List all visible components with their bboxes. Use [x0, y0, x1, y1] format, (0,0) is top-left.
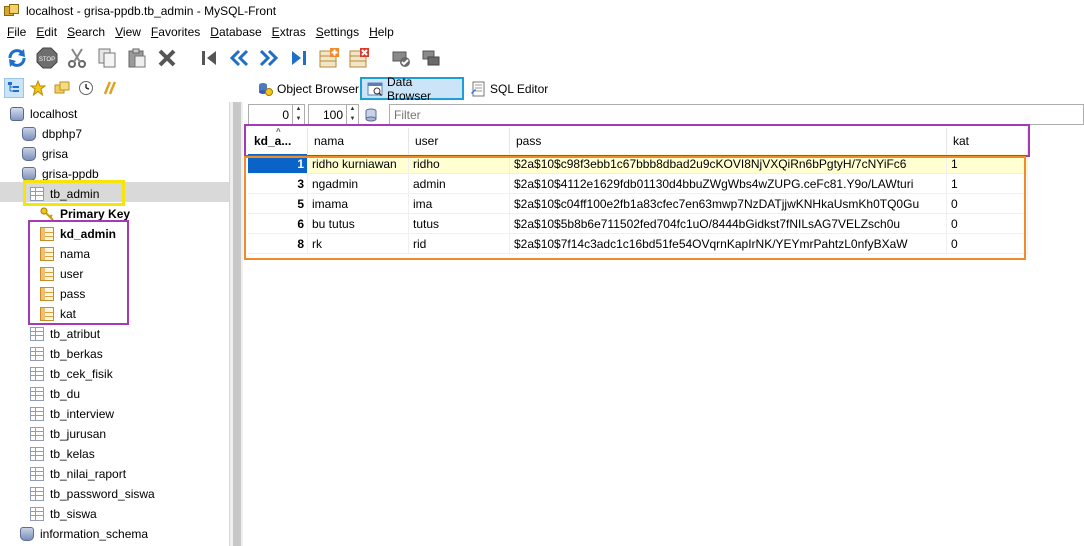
- tree-item-localhost[interactable]: localhost: [10, 104, 77, 124]
- database-tree: localhost dbphp7 grisa grisa-ppdb tb_adm…: [0, 102, 229, 546]
- copy-icon[interactable]: [94, 45, 120, 71]
- table-icon: [30, 347, 44, 361]
- key-icon: [40, 207, 54, 221]
- menu-file[interactable]: File: [2, 25, 31, 39]
- favorites-star-icon[interactable]: [28, 78, 48, 98]
- cut-icon[interactable]: [64, 45, 90, 71]
- last-record-icon[interactable]: [286, 45, 312, 71]
- limit-stepper[interactable]: 100 ▲ ▼: [308, 104, 359, 125]
- main-toolbar: STOP: [0, 42, 1084, 74]
- annotation-box-records: [244, 156, 1026, 260]
- history-clock-icon[interactable]: [76, 78, 96, 98]
- tree-item-table[interactable]: tb_cek_fisik: [30, 364, 113, 384]
- tree-item-table[interactable]: tb_password_siswa: [30, 484, 155, 504]
- table-icon: [30, 327, 44, 341]
- chevron-down-icon[interactable]: ▼: [293, 115, 304, 125]
- table-icon: [30, 447, 44, 461]
- data-grid: ^ kd_a... nama user pass kat 1 ridho kur…: [244, 124, 1084, 546]
- tab-data-browser[interactable]: Data Browser: [360, 75, 464, 103]
- previous-page-icon[interactable]: [226, 45, 252, 71]
- table-icon: [30, 507, 44, 521]
- mysql-front-app-icon: [4, 4, 20, 18]
- navigator-icon[interactable]: [4, 78, 24, 98]
- delete-icon[interactable]: [154, 45, 180, 71]
- table-icon: [30, 387, 44, 401]
- sql-editor-icon: [470, 81, 486, 97]
- chevron-up-icon[interactable]: ▲: [347, 105, 358, 115]
- table-icon: [30, 407, 44, 421]
- data-browser-icon: [367, 81, 383, 97]
- server-icon: [10, 107, 24, 121]
- tab-object-browser[interactable]: Object Browser: [252, 77, 364, 100]
- chevron-down-icon[interactable]: ▼: [347, 115, 358, 125]
- tree-item-table[interactable]: tb_du: [30, 384, 80, 404]
- menu-view[interactable]: View: [110, 25, 146, 39]
- tree-item-table[interactable]: tb_nilai_raport: [30, 464, 126, 484]
- table-icon: [30, 467, 44, 481]
- insert-record-icon[interactable]: [316, 45, 342, 71]
- tree-item-table[interactable]: tb_jurusan: [30, 424, 106, 444]
- table-icon: [30, 487, 44, 501]
- database-icon: [22, 127, 36, 141]
- post-record-icon[interactable]: [388, 45, 414, 71]
- paste-icon[interactable]: [124, 45, 150, 71]
- limit-toggle-icon[interactable]: [362, 106, 380, 124]
- next-page-icon[interactable]: [256, 45, 282, 71]
- tree-item-database[interactable]: information_schema: [20, 524, 148, 544]
- offset-stepper[interactable]: 0 ▲ ▼: [248, 104, 305, 125]
- explorer-folder-icon[interactable]: [52, 78, 72, 98]
- annotation-box-selected-table: [23, 180, 125, 206]
- menu-settings[interactable]: Settings: [311, 25, 364, 39]
- menu-edit[interactable]: Edit: [31, 25, 62, 39]
- tree-scrollbar[interactable]: [233, 102, 241, 546]
- stop-icon[interactable]: STOP: [34, 45, 60, 71]
- window-title: localhost - grisa-ppdb.tb_admin - MySQL-…: [26, 4, 277, 18]
- menu-extras[interactable]: Extras: [267, 25, 311, 39]
- tree-item-table[interactable]: tb_interview: [30, 404, 114, 424]
- filter-input[interactable]: [389, 104, 1084, 125]
- chevron-up-icon[interactable]: ▲: [293, 105, 304, 115]
- menu-search[interactable]: Search: [62, 25, 110, 39]
- sql-log-icon[interactable]: [100, 78, 120, 98]
- database-icon: [22, 167, 36, 181]
- menu-help[interactable]: Help: [364, 25, 399, 39]
- menu-database[interactable]: Database: [205, 25, 266, 39]
- table-icon: [30, 367, 44, 381]
- title-bar: localhost - grisa-ppdb.tb_admin - MySQL-…: [0, 0, 1084, 22]
- object-browser-icon: [257, 81, 273, 97]
- svg-text:STOP: STOP: [39, 57, 55, 63]
- table-icon: [30, 427, 44, 441]
- tree-item-database[interactable]: dbphp7: [22, 124, 82, 144]
- database-icon: [20, 527, 34, 541]
- tree-item-table[interactable]: tb_atribut: [30, 324, 100, 344]
- annotation-box-fields: [28, 220, 129, 325]
- tree-item-table[interactable]: tb_kelas: [30, 444, 95, 464]
- filter-bar: 0 ▲ ▼ 100 ▲ ▼: [248, 104, 1084, 126]
- first-record-icon[interactable]: [196, 45, 222, 71]
- refresh-icon[interactable]: [4, 45, 30, 71]
- tree-item-table[interactable]: tb_siswa: [30, 504, 97, 524]
- tree-item-database[interactable]: grisa: [22, 144, 68, 164]
- delete-record-icon[interactable]: [346, 45, 372, 71]
- menu-favorites[interactable]: Favorites: [146, 25, 205, 39]
- view-toolbar: Object Browser Data Browser SQL Editor: [0, 75, 1084, 103]
- tree-item-table[interactable]: tb_berkas: [30, 344, 103, 364]
- tab-sql-editor[interactable]: SQL Editor: [465, 77, 553, 100]
- menu-bar: File Edit Search View Favorites Database…: [0, 22, 1084, 42]
- cancel-record-icon[interactable]: [418, 45, 444, 71]
- database-icon: [22, 147, 36, 161]
- annotation-box-columns: [244, 124, 1030, 157]
